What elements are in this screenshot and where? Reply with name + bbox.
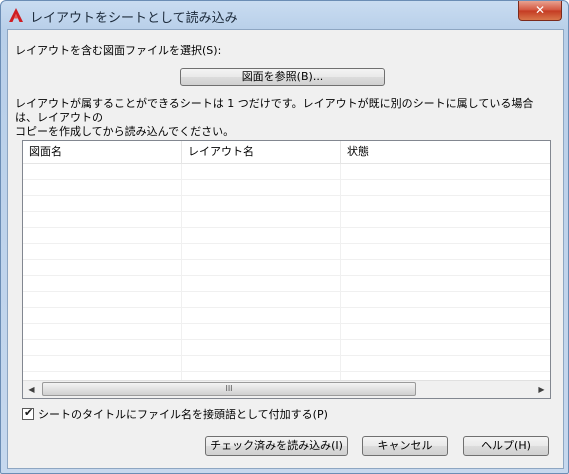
table-row <box>23 244 550 260</box>
table-cell <box>23 356 182 371</box>
table-cell <box>341 228 550 243</box>
table-row <box>23 196 550 212</box>
table-row <box>23 260 550 276</box>
table-cell <box>182 196 341 211</box>
table-cell <box>182 228 341 243</box>
table-cell <box>182 180 341 195</box>
prefix-checkbox-label: シートのタイトルにファイル名を接頭語として付加する(P) <box>38 408 328 421</box>
table-cell <box>341 180 550 195</box>
horizontal-scrollbar[interactable]: ◀ III ▶ <box>23 380 550 398</box>
table-cell <box>182 292 341 307</box>
column-status[interactable]: 状態 <box>341 141 550 163</box>
table-row <box>23 228 550 244</box>
table-cell <box>341 292 550 307</box>
table-cell <box>23 292 182 307</box>
close-button[interactable]: ✕ <box>518 1 562 21</box>
table-cell <box>23 244 182 259</box>
table-cell <box>23 212 182 227</box>
import-layouts-dialog: レイアウトをシートとして読み込み ✕ レイアウトを含む図面ファイルを選択(S):… <box>0 0 569 474</box>
autocad-a-icon <box>9 8 23 22</box>
title-bar[interactable]: レイアウトをシートとして読み込み ✕ <box>1 1 568 29</box>
list-rows <box>23 164 550 388</box>
table-cell <box>182 356 341 371</box>
scroll-thumb[interactable]: III <box>42 382 416 396</box>
table-cell <box>23 260 182 275</box>
dialog-body: レイアウトを含む図面ファイルを選択(S): 図面を参照(B)... レイアウトが… <box>7 29 564 469</box>
table-row <box>23 212 550 228</box>
cancel-button[interactable]: キャンセル <box>362 436 448 456</box>
table-cell <box>23 228 182 243</box>
table-cell <box>341 212 550 227</box>
browse-drawing-button[interactable]: 図面を参照(B)... <box>180 68 385 86</box>
table-cell <box>23 196 182 211</box>
table-cell <box>341 164 550 179</box>
checkmark-icon: ✔ <box>24 406 34 419</box>
select-drawing-label: レイアウトを含む図面ファイルを選択(S): <box>15 44 222 57</box>
table-cell <box>182 276 341 291</box>
table-cell <box>182 164 341 179</box>
table-cell <box>341 340 550 355</box>
table-cell <box>23 276 182 291</box>
table-cell <box>182 324 341 339</box>
table-cell <box>182 260 341 275</box>
table-row <box>23 276 550 292</box>
layout-note: レイアウトが属することができるシートは 1 つだけです。レイアウトが既に別のシー… <box>15 97 555 139</box>
table-cell <box>23 180 182 195</box>
table-cell <box>341 356 550 371</box>
help-button[interactable]: ヘルプ(H) <box>463 436 549 456</box>
layout-note-line2: コピーを作成してから読み込んでください。 <box>15 125 235 138</box>
table-cell <box>341 276 550 291</box>
table-cell <box>23 340 182 355</box>
table-cell <box>182 308 341 323</box>
table-cell <box>182 212 341 227</box>
table-row <box>23 308 550 324</box>
list-header: 図面名 レイアウト名 状態 <box>23 141 550 164</box>
prefix-option[interactable]: ✔ シートのタイトルにファイル名を接頭語として付加する(P) <box>22 406 328 421</box>
table-cell <box>341 308 550 323</box>
scroll-right-icon[interactable]: ▶ <box>533 381 550 398</box>
column-layout-name[interactable]: レイアウト名 <box>182 141 341 163</box>
column-drawing-name[interactable]: 図面名 <box>23 141 182 163</box>
import-checked-button[interactable]: チェック済みを読み込み(I) <box>205 436 348 456</box>
table-cell <box>341 244 550 259</box>
table-cell <box>341 260 550 275</box>
table-cell <box>23 324 182 339</box>
table-cell <box>182 340 341 355</box>
window-title: レイアウトをシートとして読み込み <box>30 11 238 26</box>
scroll-left-icon[interactable]: ◀ <box>23 381 40 398</box>
layout-note-line1: レイアウトが属することができるシートは 1 つだけです。レイアウトが既に別のシー… <box>15 97 534 124</box>
table-cell <box>182 244 341 259</box>
table-row <box>23 164 550 180</box>
table-row <box>23 340 550 356</box>
prefix-checkbox[interactable]: ✔ <box>22 406 34 420</box>
table-row <box>23 356 550 372</box>
table-cell <box>341 196 550 211</box>
table-cell <box>23 164 182 179</box>
table-row <box>23 292 550 308</box>
layout-list[interactable]: 図面名 レイアウト名 状態 ◀ III ▶ <box>22 140 551 399</box>
table-row <box>23 180 550 196</box>
table-cell <box>341 324 550 339</box>
table-cell <box>23 308 182 323</box>
table-row <box>23 324 550 340</box>
